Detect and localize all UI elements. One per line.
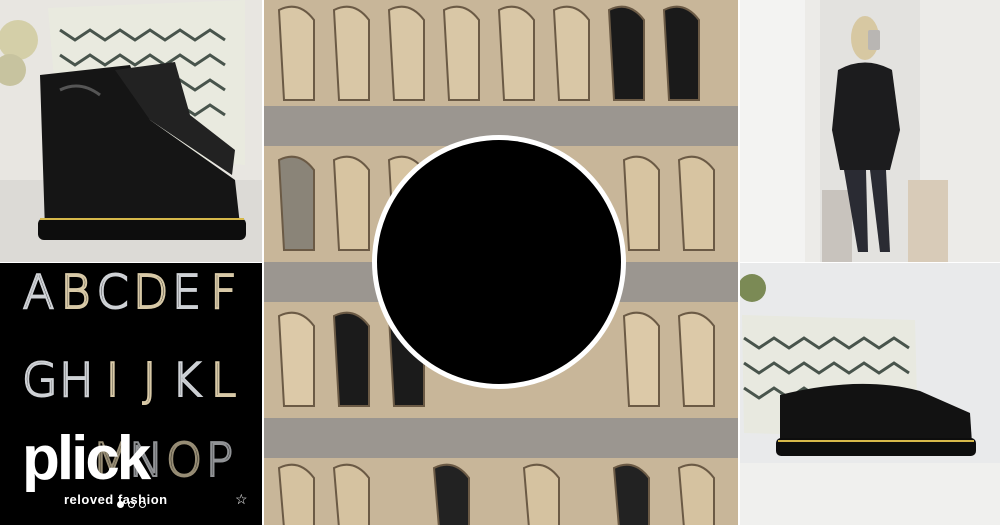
mirror-selfie-photo[interactable]	[740, 0, 1000, 262]
letter-row-2: G H I J K L	[21, 353, 240, 407]
letter-a: A	[22, 265, 55, 319]
letter-j: J	[142, 353, 158, 407]
loafers-photo[interactable]	[740, 263, 1000, 525]
carousel-dot[interactable]	[139, 501, 146, 508]
plick-logo: plick reloved fashion	[22, 424, 167, 508]
letter-o: O	[165, 433, 203, 487]
brand-tile[interactable]: A B C D E F G H I J K L M N O P plick re…	[0, 263, 262, 525]
letter-e: E	[171, 265, 202, 319]
selfie-photo	[740, 0, 1000, 262]
loafers-photo-image	[740, 263, 1000, 525]
profile-avatar[interactable]	[377, 140, 621, 384]
letter-h: H	[58, 353, 95, 407]
letter-k: K	[170, 353, 202, 407]
letter-row-1: A B C D E F	[22, 265, 240, 319]
letter-c: C	[95, 265, 129, 319]
carousel-dots	[117, 501, 146, 508]
carousel-dot[interactable]	[128, 501, 135, 508]
boots-photo	[0, 0, 262, 262]
letter-g: G	[21, 353, 59, 407]
logo-wordmark: plick	[22, 424, 151, 493]
letter-p: P	[205, 433, 235, 487]
carousel-dot[interactable]	[117, 501, 124, 508]
letter-b: B	[59, 265, 91, 319]
letter-l: L	[210, 353, 238, 407]
star-icon[interactable]: ☆	[235, 491, 248, 508]
logo-tagline: reloved fashion	[64, 492, 168, 507]
letter-d: D	[132, 265, 169, 319]
letter-i: I	[105, 353, 121, 407]
letter-f: F	[209, 265, 237, 319]
photo-boots-tile[interactable]	[0, 0, 262, 262]
